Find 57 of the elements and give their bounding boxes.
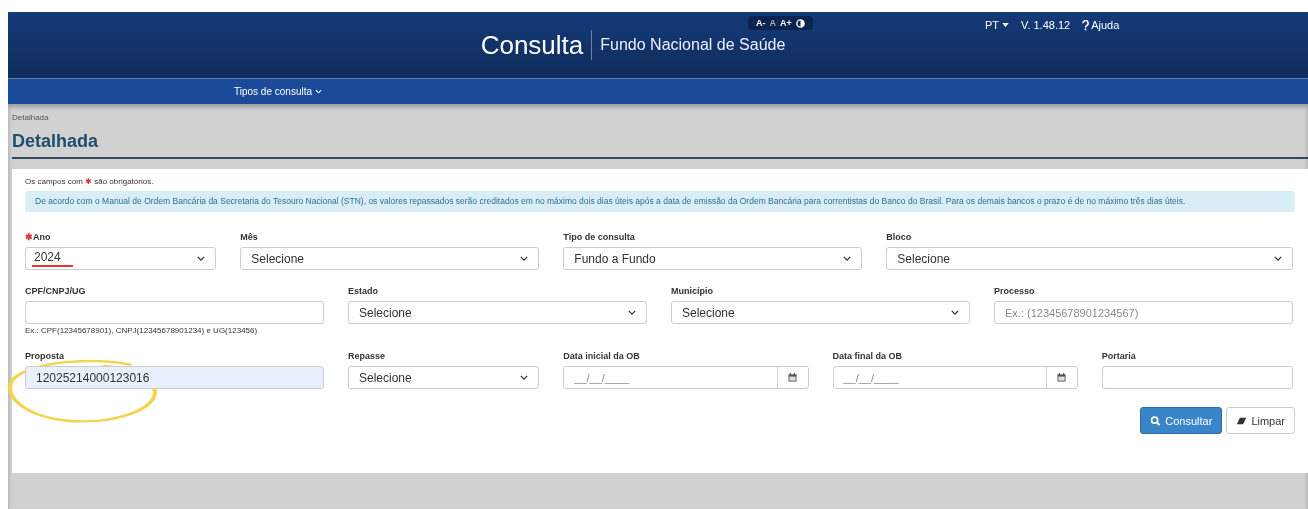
input-field[interactable]: 12025214000123016 xyxy=(25,366,324,389)
chevron-icon xyxy=(197,256,206,261)
font-size-button[interactable]: A+ xyxy=(780,18,792,28)
search-icon xyxy=(1150,415,1162,426)
site-subtitle: Fundo Nacional de Saúde xyxy=(599,36,786,54)
input-field[interactable]: Ex.: (12345678901234567) xyxy=(994,301,1293,324)
chevron-icon xyxy=(1274,256,1282,261)
chevron-icon xyxy=(951,310,959,315)
calendar-icon[interactable] xyxy=(1057,373,1067,382)
search-button[interactable]: Consultar xyxy=(1140,407,1223,434)
field-label: Repasse xyxy=(348,351,386,361)
chevron-icon xyxy=(520,375,529,380)
input-field[interactable] xyxy=(25,301,324,324)
contrast-icon[interactable] xyxy=(795,18,805,28)
help-link[interactable]: Ajuda xyxy=(1082,19,1120,31)
field-hint: Ex.: CPF(12345678901), CNPJ(12345678901234) e UG(123456) xyxy=(25,326,259,335)
chevron-icon xyxy=(315,89,322,94)
select-field[interactable]: Selecione xyxy=(886,247,1293,270)
help-icon xyxy=(1082,19,1090,31)
select-field[interactable]: Selecione xyxy=(348,301,647,324)
select-field[interactable]: Selecione xyxy=(348,366,540,389)
field-label: Bloco xyxy=(886,232,912,242)
select-field[interactable]: Selecione xyxy=(671,301,970,324)
input-field[interactable] xyxy=(1101,366,1293,389)
eraser-icon xyxy=(1236,415,1248,426)
chevron-icon xyxy=(843,256,852,261)
field-label: CPF/CNPJ/UG xyxy=(25,286,86,296)
page-title: Detalhada xyxy=(12,122,1308,159)
field-label: Data inicial da OB xyxy=(563,351,640,361)
field-label: Mês xyxy=(240,232,258,242)
date-field[interactable]: __/__/____ xyxy=(563,366,809,389)
field-label: Data final da OB xyxy=(832,351,902,361)
field-label: Proposta xyxy=(25,351,64,361)
select-field[interactable]: Selecione xyxy=(240,247,540,270)
breadcrumb: Detalhada xyxy=(11,112,50,122)
nav-menu[interactable]: Tipos de consulta xyxy=(228,85,328,98)
field-label: Município xyxy=(671,286,713,296)
language-dropdown[interactable]: PT xyxy=(985,19,1010,31)
field-label: Portaria xyxy=(1101,351,1136,361)
caret-icon xyxy=(1002,23,1010,27)
info-alert: De acordo com o Manual de Ordem Bancária da Secretaria do Tesouro Nacional (STN), os valores repassados serão creditados em no máximo dois dias úteis após a data de emissão da Ordem Bancária para correntistas do Banco do Brasil. Para os demais bancos o prazo é de no máximo três dias úteis. xyxy=(25,191,1295,212)
chevron-icon xyxy=(520,256,529,261)
date-field[interactable]: __/__/____ xyxy=(832,366,1078,389)
select-field[interactable]: 2024 xyxy=(25,247,217,270)
font-size-button[interactable]: A- xyxy=(756,18,766,28)
chevron-icon xyxy=(628,310,636,315)
field-label: ✱Ano xyxy=(25,232,51,242)
select-field[interactable]: Fundo a Fundo xyxy=(563,247,863,270)
font-size-button[interactable]: A xyxy=(769,18,776,28)
calendar-icon[interactable] xyxy=(788,373,797,382)
required-note: Os campos com ✱ são obrigatórios. xyxy=(25,177,154,186)
version-text: V. 1.48.12 xyxy=(1021,19,1071,31)
field-label: Estado xyxy=(348,286,378,296)
site-title: Consulta xyxy=(480,30,593,60)
field-label: Processo xyxy=(994,286,1035,296)
clear-button[interactable]: Limpar xyxy=(1226,407,1295,434)
field-label: Tipo de consulta xyxy=(563,232,635,242)
